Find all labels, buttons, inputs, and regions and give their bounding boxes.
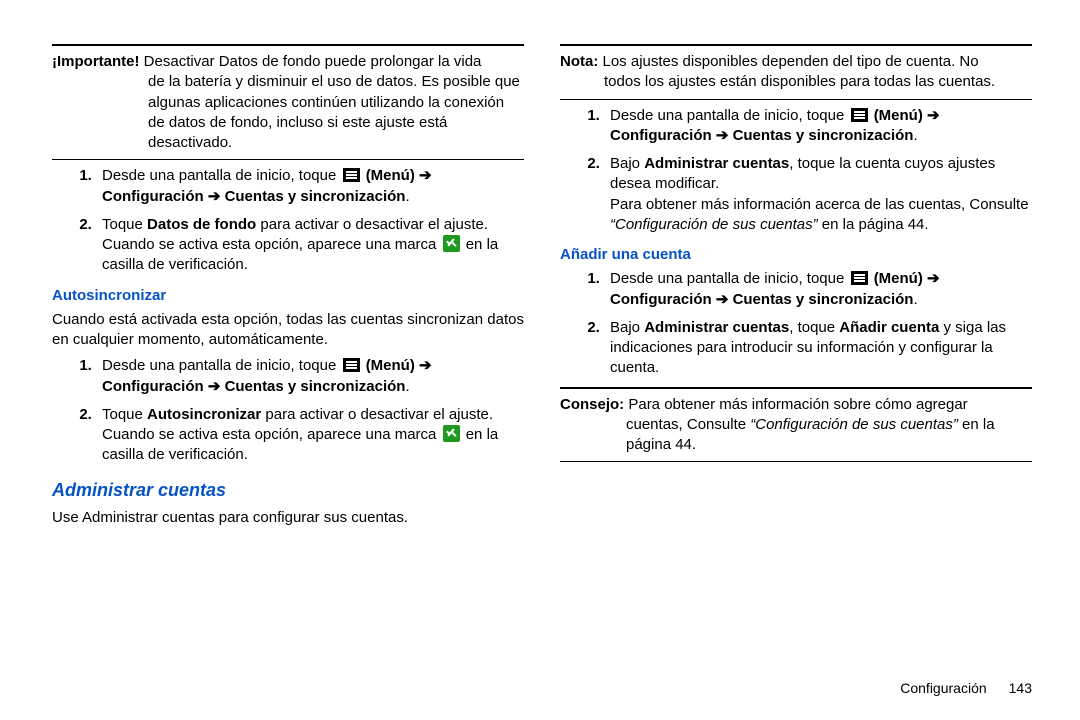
path: Configuración ➔ Cuentas y sincronización [102, 188, 405, 205]
footer-page-number: 143 [1009, 680, 1032, 696]
arrow: ➔ [419, 357, 432, 374]
manage-accounts-lead: Use Administrar cuentas para configurar … [52, 508, 524, 528]
list-item: Desde una pantalla de inicio, toque (Men… [604, 269, 1032, 310]
heading-manage-accounts: Administrar cuentas [52, 478, 524, 502]
check-icon [443, 235, 460, 252]
menu-label: (Menú) [366, 357, 415, 374]
list-item: Toque Autosincronizar para activar o des… [96, 405, 524, 466]
page-footer: Configuración 143 [900, 679, 1032, 698]
rule-bottom [560, 99, 1032, 100]
text: Desde una pantalla de inicio, toque [102, 357, 341, 374]
steps-add-account: Desde una pantalla de inicio, toque (Men… [560, 269, 1032, 378]
nota-note: Nota: Los ajustes disponibles dependen d… [560, 44, 1032, 100]
text: Desde una pantalla de inicio, toque [610, 107, 849, 124]
text: . [405, 188, 409, 205]
heading-autosync: Autosincronizar [52, 286, 524, 306]
menu-label: (Menú) [874, 270, 923, 287]
text: en la página 44. [818, 216, 929, 233]
rule-top [560, 44, 1032, 46]
bold: Administrar cuentas [644, 155, 789, 172]
important-body: de la batería y disminuir el uso de dato… [52, 72, 524, 153]
autosync-lead: Cuando está activada esta opción, todas … [52, 310, 524, 351]
steps-autosync: Desde una pantalla de inicio, toque (Men… [52, 356, 524, 465]
rule-top [52, 44, 524, 46]
important-first-line: Desactivar Datos de fondo puede prolonga… [144, 53, 482, 70]
bold: Añadir cuenta [839, 319, 939, 336]
list-item: Desde una pantalla de inicio, toque (Men… [604, 106, 1032, 147]
bold: Datos de fondo [147, 216, 256, 233]
menu-label: (Menú) [874, 107, 923, 124]
text: Para obtener más información acerca de l… [610, 196, 1029, 213]
tip-body: cuentas, Consulte “Configuración de sus … [560, 415, 1032, 456]
bold: Autosincronizar [147, 406, 261, 423]
tip-first: Para obtener más información sobre cómo … [628, 396, 967, 413]
text: cuentas, Consulte [626, 416, 750, 433]
xref: “Configuración de sus cuentas” [750, 416, 958, 433]
rule-bottom [560, 461, 1032, 462]
path: Configuración ➔ Cuentas y sincronización [102, 378, 405, 395]
text: Desde una pantalla de inicio, toque [102, 167, 341, 184]
path: Configuración ➔ Cuentas y sincronización [610, 127, 913, 144]
list-item: Desde una pantalla de inicio, toque (Men… [96, 166, 524, 207]
menu-icon [343, 168, 360, 182]
text: Desde una pantalla de inicio, toque [610, 270, 849, 287]
list-item: Bajo Administrar cuentas, toque la cuent… [604, 154, 1032, 235]
important-label: ¡Importante! [52, 53, 140, 70]
steps-background-data: Desde una pantalla de inicio, toque (Men… [52, 166, 524, 275]
text: . [913, 127, 917, 144]
nota-first: Los ajustes disponibles dependen del tip… [603, 53, 979, 70]
text: , toque [789, 319, 839, 336]
text: . [405, 378, 409, 395]
arrow: ➔ [419, 167, 432, 184]
menu-icon [851, 108, 868, 122]
tip-label: Consejo: [560, 396, 624, 413]
heading-add-account: Añadir una cuenta [560, 245, 1032, 265]
text: Toque [102, 406, 147, 423]
list-item: Desde una pantalla de inicio, toque (Men… [96, 356, 524, 397]
rule-bottom [52, 159, 524, 160]
menu-icon [343, 358, 360, 372]
path: Configuración ➔ Cuentas y sincronización [610, 291, 913, 308]
nota-body: todos los ajustes están disponibles para… [560, 72, 1032, 92]
xref-line: Para obtener más información acerca de l… [610, 195, 1032, 236]
footer-section: Configuración [900, 680, 986, 696]
arrow: ➔ [927, 107, 940, 124]
check-icon [443, 425, 460, 442]
text: . [913, 291, 917, 308]
text: Bajo [610, 155, 644, 172]
important-note: ¡Importante! Desactivar Datos de fondo p… [52, 44, 524, 160]
text: Bajo [610, 319, 644, 336]
rule-top [560, 387, 1032, 389]
menu-label: (Menú) [366, 167, 415, 184]
menu-icon [851, 271, 868, 285]
list-item: Toque Datos de fondo para activar o desa… [96, 215, 524, 276]
bold: Administrar cuentas [644, 319, 789, 336]
tip-note: Consejo: Para obtener más información so… [560, 387, 1032, 463]
nota-label: Nota: [560, 53, 598, 70]
list-item: Bajo Administrar cuentas, toque Añadir c… [604, 318, 1032, 379]
xref: “Configuración de sus cuentas” [610, 216, 818, 233]
text: Toque [102, 216, 147, 233]
arrow: ➔ [927, 270, 940, 287]
steps-manage: Desde una pantalla de inicio, toque (Men… [560, 106, 1032, 236]
